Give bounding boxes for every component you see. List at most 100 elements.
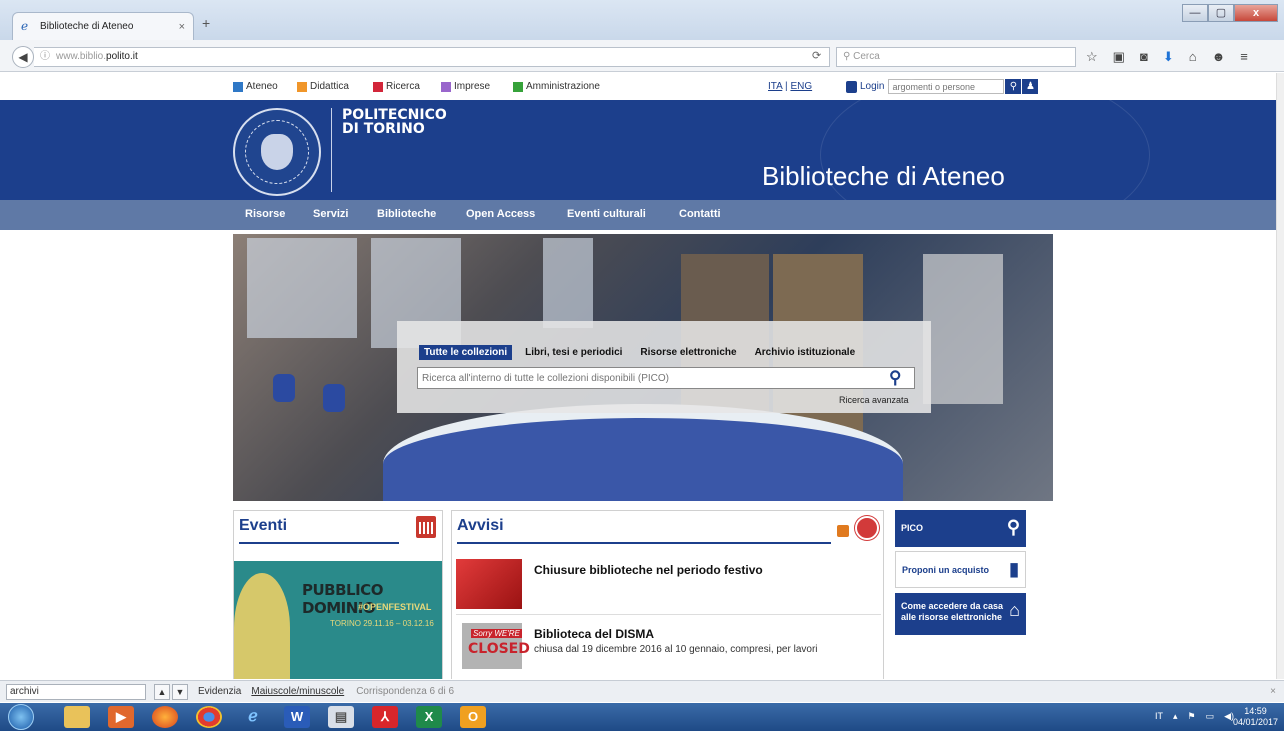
home-icon[interactable]: ⌂ <box>1189 49 1197 65</box>
lang-separator: | <box>785 81 788 92</box>
tab-close-icon[interactable]: × <box>179 21 185 33</box>
file-explorer-icon[interactable] <box>64 706 90 728</box>
highlight-all-toggle[interactable]: Evidenzia <box>198 686 241 697</box>
closed-sign-thumbnail: Sorry WE'RE CLOSED <box>462 623 530 669</box>
closed-sign-bottom: CLOSED <box>468 641 530 657</box>
category-label: Didattica <box>310 81 349 92</box>
clipboard-icon[interactable]: ▣ <box>1113 49 1125 65</box>
notice-title[interactable]: Chiusure biblioteche nel periodo festivo <box>534 563 763 577</box>
media-player-icon[interactable]: ▶ <box>108 706 134 728</box>
notice-text: chiusa dal 19 dicembre 2016 al 10 gennai… <box>534 644 818 655</box>
catalog-search-input[interactable] <box>417 367 915 389</box>
search-tabs: Tutte le collezioni Libri, tesi e period… <box>419 345 868 360</box>
windows-taskbar: ▶ ℯ W ▤ ⅄ X O IT ▴ ⚑ ▭ ◀) 14:59 04/01/20… <box>0 703 1284 731</box>
polito-wordmark[interactable]: POLITECNICO DI TORINO <box>342 108 447 136</box>
lang-ita-link[interactable]: ITA <box>768 81 782 92</box>
browser-navbar: ◀ ⓘ www.biblio.polito.it ⟳ ⚲ Cerca ☆ ▣ ◙ … <box>0 40 1284 72</box>
clock-date: 04/01/2017 <box>1232 717 1278 727</box>
notepad-icon[interactable]: ▤ <box>328 706 354 728</box>
nav-contatti[interactable]: Contatti <box>679 208 721 220</box>
excel-icon[interactable]: X <box>416 706 442 728</box>
back-button[interactable]: ◀ <box>12 46 34 68</box>
address-bar[interactable]: ⓘ www.biblio.polito.it <box>34 47 830 67</box>
input-language[interactable]: IT <box>1155 711 1163 722</box>
category-amministrazione[interactable]: Amministrazione <box>513 81 600 92</box>
reload-icon[interactable]: ⟳ <box>812 49 821 62</box>
edge-favicon-icon: ℯ <box>21 19 29 33</box>
notices-box: Avvisi Chiusure biblioteche nel periodo … <box>451 510 884 679</box>
chat-icon[interactable]: ☻ <box>1212 49 1226 65</box>
match-case-toggle[interactable]: Maiuscole/minuscole <box>251 686 344 697</box>
page-scrollbar[interactable] <box>1276 73 1284 679</box>
pico-link[interactable]: PICO ⚲ <box>895 510 1026 547</box>
search-placeholder: Cerca <box>853 51 880 62</box>
start-button[interactable] <box>8 704 34 730</box>
tab-title: Biblioteche di Ateneo <box>40 21 134 32</box>
minimize-button[interactable]: — <box>1182 4 1208 22</box>
firefox-icon[interactable] <box>152 706 178 728</box>
tab-risorse-elettroniche[interactable]: Risorse elettroniche <box>635 345 741 360</box>
find-input[interactable]: archivi <box>6 683 146 700</box>
poster-tag: #OPENFESTIVAL <box>358 602 432 612</box>
polito-seal-logo[interactable] <box>233 108 321 196</box>
nav-servizi[interactable]: Servizi <box>313 208 348 220</box>
menu-icon[interactable]: ≡ <box>1240 49 1248 65</box>
search-icon: ⚲ <box>1006 517 1020 537</box>
find-status: Corrispondenza 6 di 6 <box>356 686 455 697</box>
proponi-acquisto-link[interactable]: Proponi un acquisto ▮ <box>895 551 1026 588</box>
flag-icon[interactable]: ⚑ <box>1187 711 1195 722</box>
acrobat-icon[interactable]: ⅄ <box>372 706 398 728</box>
find-previous-button[interactable]: ▲ <box>154 683 170 700</box>
advanced-search-link[interactable]: Ricerca avanzata <box>839 395 909 405</box>
language-switch: ITA | ENG <box>768 81 812 92</box>
nav-eventi-culturali[interactable]: Eventi culturali <box>567 208 646 220</box>
notice-divider <box>456 614 881 615</box>
site-title: Biblioteche di Ateneo <box>762 161 1005 191</box>
word-icon[interactable]: W <box>284 706 310 728</box>
category-didattica[interactable]: Didattica <box>297 81 349 92</box>
internet-explorer-icon[interactable]: ℯ <box>240 706 266 728</box>
lang-eng-link[interactable]: ENG <box>790 81 812 92</box>
events-box: Eventi PUBBLICO DOMINIO #OPENFESTIVAL TO… <box>233 510 443 679</box>
wordmark-line1: POLITECNICO <box>342 107 447 123</box>
url-prefix: www.biblio. <box>56 51 107 62</box>
maximize-button[interactable]: ▢ <box>1208 4 1234 22</box>
notice-title[interactable]: Biblioteca del DISMA <box>534 627 654 641</box>
browser-tab[interactable]: ℯ Biblioteche di Ateneo × <box>12 12 194 40</box>
category-ateneo[interactable]: Ateneo <box>233 81 278 92</box>
tab-libri-tesi-periodici[interactable]: Libri, tesi e periodici <box>520 345 627 360</box>
browser-search-input[interactable]: ⚲ Cerca <box>836 47 1076 67</box>
bookmark-star-icon[interactable]: ☆ <box>1086 49 1098 65</box>
window-controls: — ▢ x <box>1182 4 1278 22</box>
logo-divider <box>331 108 332 192</box>
pocket-icon[interactable]: ◙ <box>1140 49 1148 65</box>
new-tab-button[interactable]: + <box>202 15 210 31</box>
find-next-button[interactable]: ▼ <box>172 683 188 700</box>
nav-open-access[interactable]: Open Access <box>466 208 535 220</box>
download-icon[interactable]: ⬇ <box>1163 49 1174 65</box>
calendar-icon[interactable] <box>416 516 436 538</box>
accesso-da-casa-link[interactable]: Come accedere da casa alle risorse elettr… <box>895 593 1026 635</box>
rss-icon[interactable] <box>837 525 849 537</box>
system-clock[interactable]: 14:59 04/01/2017 <box>1233 706 1278 728</box>
tab-archivio-istituzionale[interactable]: Archivio istituzionale <box>750 345 861 360</box>
nav-biblioteche[interactable]: Biblioteche <box>377 208 436 220</box>
lightbulb-icon[interactable] <box>855 516 879 540</box>
nav-risorse[interactable]: Risorse <box>245 208 285 220</box>
close-find-bar-icon[interactable]: × <box>1270 686 1276 697</box>
tab-tutte-le-collezioni[interactable]: Tutte le collezioni <box>419 345 513 360</box>
network-icon[interactable]: ▭ <box>1206 711 1215 722</box>
accesso-label: Come accedere da casa alle risorse elettr… <box>901 601 1003 623</box>
event-poster[interactable]: PUBBLICO DOMINIO #OPENFESTIVAL TORINO 29… <box>234 561 442 679</box>
pico-label: PICO <box>901 523 924 533</box>
info-icon[interactable]: ⓘ <box>40 51 50 62</box>
category-ricerca[interactable]: Ricerca <box>373 81 420 92</box>
tray-expand-icon[interactable]: ▴ <box>1173 711 1178 722</box>
category-color-square <box>373 81 383 92</box>
chrome-icon[interactable] <box>196 706 222 728</box>
category-color-square <box>441 81 451 92</box>
search-icon[interactable]: ⚲ <box>889 368 911 388</box>
outlook-icon[interactable]: O <box>460 706 486 728</box>
category-imprese[interactable]: Imprese <box>441 81 490 92</box>
close-window-button[interactable]: x <box>1234 4 1278 22</box>
